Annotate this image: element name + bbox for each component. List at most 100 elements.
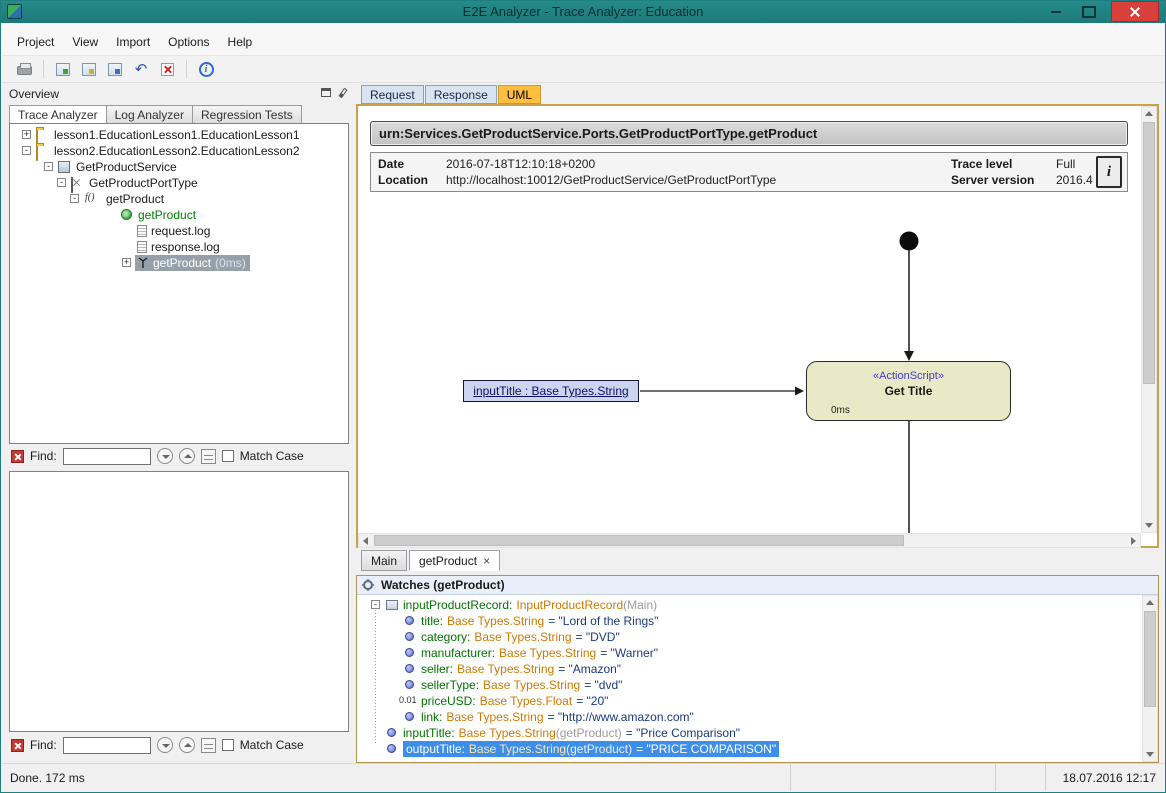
scroll-left-icon[interactable]: [359, 534, 372, 547]
expand-tree-button[interactable]: [53, 59, 73, 79]
string-variable-icon: [405, 648, 414, 657]
watch-row[interactable]: seller:Base Types.String= "Amazon": [357, 661, 1140, 677]
date-value: 2016-07-18T12:10:18+0200: [446, 157, 595, 171]
watch-type: Base Types.Float: [480, 693, 573, 709]
arrowhead-icon: [795, 387, 804, 396]
tree-refresh-icon: [108, 63, 122, 76]
secondary-tree-panel: [9, 471, 349, 732]
tree-item-response-log[interactable]: response.log: [10, 239, 348, 255]
watch-row-selected[interactable]: outputTitle:Base Types.String(getProduct…: [357, 741, 1140, 757]
expander-icon[interactable]: -: [22, 146, 31, 155]
tab-trace-analyzer[interactable]: Trace Analyzer: [9, 105, 107, 124]
expander-icon[interactable]: -: [57, 178, 66, 187]
match-case-checkbox[interactable]: [222, 739, 234, 751]
watch-row[interactable]: category:Base Types.String= "DVD": [357, 629, 1140, 645]
tree-item-soap-operation[interactable]: getProduct: [10, 207, 348, 223]
status-cell: [791, 764, 996, 791]
watch-row[interactable]: 0.01 priceUSD:Base Types.Float= "20": [357, 693, 1140, 709]
title-bar[interactable]: E2E Analyzer - Trace Analyzer: Education: [1, 1, 1165, 23]
tab-main[interactable]: Main: [361, 550, 407, 571]
uml-edges: [358, 192, 1141, 533]
watches-vertical-scrollbar[interactable]: [1142, 595, 1158, 762]
scrollbar-thumb[interactable]: [1143, 122, 1155, 384]
tree-item-request-log[interactable]: request.log: [10, 223, 348, 239]
watch-row[interactable]: title:Base Types.String= "Lord of the Ri…: [357, 613, 1140, 629]
scrollbar-thumb[interactable]: [374, 535, 904, 546]
close-button[interactable]: [1111, 1, 1159, 22]
input-pin-label[interactable]: inputTitle : Base Types.String: [463, 380, 639, 402]
watch-row[interactable]: link:Base Types.String= "http://www.amaz…: [357, 709, 1140, 725]
highlight-all-button[interactable]: [201, 449, 216, 464]
location-value: http://localhost:10012/GetProductService…: [446, 173, 776, 187]
scrollbar-thumb[interactable]: [1144, 611, 1156, 707]
operation-urn-header: urn:Services.GetProductService.Ports.Get…: [370, 121, 1128, 146]
pin-icon[interactable]: [338, 88, 347, 98]
watch-row[interactable]: sellerType:Base Types.String= "dvd": [357, 677, 1140, 693]
maximize-button[interactable]: [1073, 1, 1105, 22]
tab-getproduct[interactable]: getProduct ×: [409, 550, 500, 571]
find-previous-button[interactable]: [179, 737, 195, 753]
expander-icon[interactable]: -: [371, 600, 380, 609]
close-tab-icon[interactable]: ×: [483, 555, 490, 567]
match-case-label: Match Case: [240, 738, 304, 752]
action-node-get-title[interactable]: «ActionScript» Get Title 0ms: [806, 361, 1011, 421]
uml-horizontal-scrollbar[interactable]: [358, 533, 1141, 548]
menu-project[interactable]: Project: [8, 33, 63, 51]
expander-icon[interactable]: +: [22, 130, 31, 139]
highlight-all-button[interactable]: [201, 738, 216, 753]
menu-import[interactable]: Import: [107, 33, 159, 51]
find-next-button[interactable]: [157, 448, 173, 464]
scroll-down-icon[interactable]: [1143, 748, 1156, 761]
collapse-tree-button[interactable]: [79, 59, 99, 79]
tree-item-lesson2[interactable]: - lesson2.EducationLesson2.EducationLess…: [10, 143, 348, 159]
service-icon: [58, 161, 70, 173]
tree-item-service[interactable]: - GetProductService: [10, 159, 348, 175]
watch-row[interactable]: manufacturer:Base Types.String= "Warner": [357, 645, 1140, 661]
refresh-tree-button[interactable]: [105, 59, 125, 79]
match-case-checkbox[interactable]: [222, 450, 234, 462]
float-window-icon[interactable]: [321, 88, 331, 97]
menu-view[interactable]: View: [63, 33, 107, 51]
scroll-up-icon[interactable]: [1143, 596, 1156, 609]
watch-name: manufacturer:: [421, 645, 495, 661]
close-find-icon[interactable]: [11, 450, 24, 463]
close-find-icon[interactable]: [11, 739, 24, 752]
tab-regression-tests[interactable]: Regression Tests: [193, 105, 302, 124]
details-info-button[interactable]: i: [1096, 156, 1122, 188]
find-input[interactable]: [63, 737, 151, 754]
expander-icon[interactable]: +: [122, 258, 131, 267]
undo-button[interactable]: ↶: [131, 59, 151, 79]
find-previous-button[interactable]: [179, 448, 195, 464]
uml-vertical-scrollbar[interactable]: [1141, 106, 1157, 533]
string-variable-icon: [405, 616, 414, 625]
tree-item-porttype[interactable]: - GetProductPortType: [10, 175, 348, 191]
clear-button[interactable]: [157, 59, 177, 79]
info-icon: i: [199, 62, 214, 77]
watch-row[interactable]: - inputProductRecord:InputProductRecord(…: [357, 597, 1140, 613]
tree-item-trace-getproduct[interactable]: + getProduct (0ms): [10, 255, 348, 271]
status-message: Done. 172 ms: [2, 764, 791, 791]
menu-options[interactable]: Options: [159, 33, 218, 51]
tab-uml[interactable]: UML: [498, 85, 541, 104]
expander-icon[interactable]: -: [70, 194, 79, 203]
tab-response[interactable]: Response: [425, 85, 497, 104]
watch-row[interactable]: inputTitle:Base Types.String(getProduct)…: [357, 725, 1140, 741]
tree-item-duration: (0ms): [215, 255, 246, 271]
scroll-up-icon[interactable]: [1142, 107, 1155, 120]
tree-item-operation[interactable]: - f() getProduct: [10, 191, 348, 207]
scroll-right-icon[interactable]: [1127, 534, 1140, 547]
selected-tree-item[interactable]: getProduct (0ms): [135, 255, 250, 271]
print-button[interactable]: [14, 59, 34, 79]
find-input[interactable]: [63, 448, 151, 465]
tab-log-analyzer[interactable]: Log Analyzer: [107, 105, 193, 124]
initial-node-icon[interactable]: [900, 232, 919, 251]
minimize-button[interactable]: [1041, 1, 1071, 22]
tab-request[interactable]: Request: [361, 85, 424, 104]
menu-help[interactable]: Help: [219, 33, 262, 51]
tree-item-lesson1[interactable]: + lesson1.EducationLesson1.EducationLess…: [10, 127, 348, 143]
info-button[interactable]: i: [196, 59, 216, 79]
watch-name: outputTitle:: [406, 741, 465, 757]
expander-icon[interactable]: -: [44, 162, 53, 171]
scroll-down-icon[interactable]: [1142, 519, 1155, 532]
find-next-button[interactable]: [157, 737, 173, 753]
